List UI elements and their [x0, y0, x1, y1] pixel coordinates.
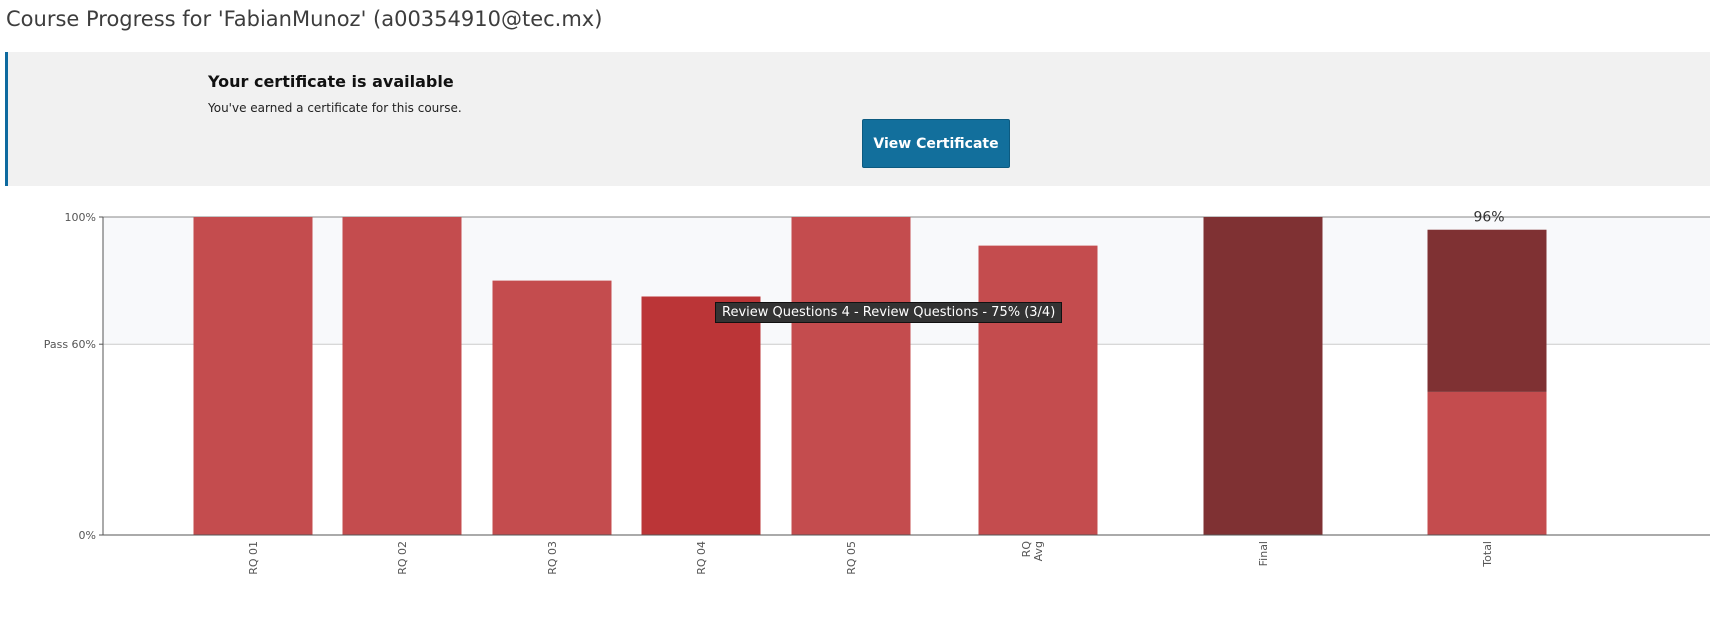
certificate-heading: Your certificate is available — [208, 72, 454, 91]
bar-rq-01 — [193, 217, 313, 535]
bar-final — [1203, 217, 1323, 535]
view-certificate-button[interactable]: View Certificate — [862, 119, 1010, 168]
x-tick-text: RQ 05 — [845, 541, 858, 575]
x-tick-label-rq-01: RQ 01 — [247, 541, 260, 575]
x-tick-text: Avg — [1032, 541, 1045, 561]
y-tick-label: Pass 60% — [44, 338, 96, 351]
x-tick-label-rq-avg: RQ Avg — [1020, 541, 1045, 562]
bar-rq-03 — [492, 280, 612, 535]
x-tick-text: RQ 02 — [396, 541, 409, 575]
x-tick-label-rq-05: RQ 05 — [845, 541, 858, 575]
bar-rq-02 — [342, 217, 462, 535]
grade-chart: RQ 01 RQ 02 RQ 03 RQ 04 RQ 05 RQ Avg Final 96% To… — [44, 210, 1710, 575]
bar-total-segment-1 — [1427, 391, 1547, 535]
bar-rq-05 — [791, 217, 911, 535]
x-tick-label-rq-02: RQ 02 — [396, 541, 409, 575]
page-title: Course Progress for 'FabianMunoz' (a0035… — [6, 7, 603, 31]
x-tick-text: RQ 01 — [247, 541, 260, 575]
bar-tooltip: Review Questions 4 - Review Questions - … — [715, 302, 1063, 323]
certificate-banner: Your certificate is available You've ear… — [5, 52, 1710, 186]
x-tick-text: Final — [1257, 541, 1270, 566]
bar-rq-04 — [641, 296, 761, 535]
bar-rq-avg — [978, 245, 1098, 535]
y-tick-label: 0% — [79, 529, 96, 542]
bar-total-segment-2 — [1427, 229, 1547, 392]
x-tick-label-rq-03: RQ 03 — [546, 541, 559, 575]
x-tick-text: RQ 03 — [546, 541, 559, 575]
certificate-description: You've earned a certificate for this cou… — [208, 101, 462, 115]
x-tick-label-rq-04: RQ 04 — [695, 541, 708, 575]
x-tick-text: RQ 04 — [695, 541, 708, 575]
x-tick-text: Total — [1481, 541, 1494, 568]
x-tick-label-total: Total — [1481, 541, 1494, 568]
bar-value-label-total: 96% — [1473, 210, 1504, 226]
y-tick-label: 100% — [65, 211, 96, 224]
x-tick-label-final: Final — [1257, 541, 1270, 566]
